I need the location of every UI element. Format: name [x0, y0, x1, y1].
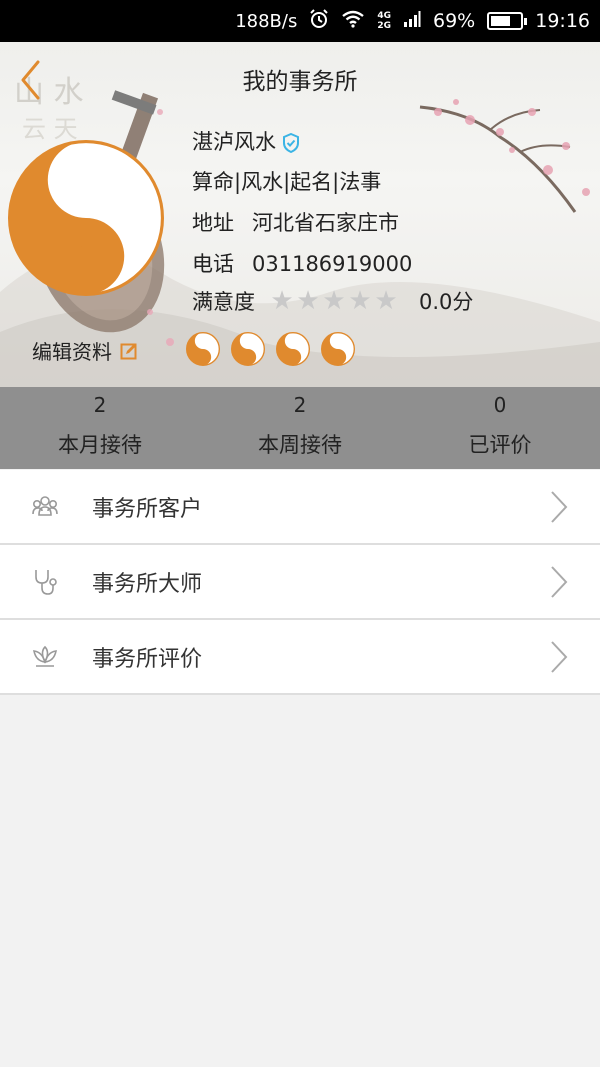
chevron-right-icon — [551, 641, 568, 673]
stat-weekly[interactable]: 2 本周接待 — [200, 387, 400, 469]
edit-icon — [120, 343, 137, 359]
status-bar: 188B/s 4G 2G 69% 19:16 — [0, 0, 600, 42]
svg-text:云 天: 云 天 — [22, 115, 78, 143]
alarm-icon — [309, 8, 329, 34]
network-type-top: 4G — [377, 11, 391, 21]
menu-list: 事务所客户 事务所大师 事务所评价 — [0, 470, 600, 695]
address-row: 地址 河北省石家庄市 — [192, 207, 399, 237]
group-icon — [32, 496, 58, 516]
yin-yang-badge-icon — [231, 332, 265, 366]
stat-label: 本周接待 — [258, 433, 342, 457]
battery-percent: 69% — [433, 10, 476, 32]
shop-name-row: 湛泸风水 — [192, 126, 300, 156]
phone-label: 电话 — [192, 252, 234, 276]
stat-value: 2 — [293, 393, 307, 417]
chevron-right-icon — [551, 566, 568, 598]
network-type: 4G 2G — [377, 11, 391, 31]
phone-value[interactable]: 031186919000 — [252, 252, 412, 276]
chevron-right-icon — [551, 491, 568, 523]
stat-monthly[interactable]: 2 本月接待 — [0, 387, 200, 469]
star-icon: ★ — [374, 286, 398, 316]
stethoscope-icon — [35, 570, 57, 595]
clock: 19:16 — [535, 10, 590, 32]
menu-item-masters[interactable]: 事务所大师 — [0, 545, 600, 620]
menu-item-reviews[interactable]: 事务所评价 — [0, 620, 600, 695]
stat-reviewed[interactable]: 0 已评价 — [400, 387, 600, 469]
profile-header: 山 水 云 天 我的事务所 湛泸风水 算命|风水|起名|法事 地址 河北省石家庄… — [0, 42, 600, 387]
achievement-badges — [186, 332, 366, 366]
network-type-bottom: 2G — [377, 21, 391, 31]
star-icon: ★ — [348, 286, 372, 316]
stats-bar: 2 本月接待 2 本周接待 0 已评价 — [0, 387, 600, 469]
lotus-icon — [32, 645, 58, 667]
yin-yang-logo — [8, 140, 164, 296]
stat-value: 2 — [93, 393, 107, 417]
yin-yang-badge-icon — [276, 332, 310, 366]
signal-icon — [403, 10, 421, 33]
stat-label: 本月接待 — [58, 433, 142, 457]
yin-yang-badge-icon — [321, 332, 355, 366]
rating-row: 满意度 ★ ★ ★ ★ ★ 0.0分 — [192, 286, 473, 316]
battery-icon — [487, 12, 528, 30]
edit-profile-label: 编辑资料 — [32, 340, 112, 364]
phone-row[interactable]: 电话 031186919000 — [192, 248, 412, 278]
stat-value: 0 — [493, 393, 507, 417]
net-speed: 188B/s — [235, 10, 298, 32]
services-text: 算命|风水|起名|法事 — [192, 170, 382, 194]
verified-shield-icon — [283, 133, 299, 153]
star-icon: ★ — [322, 286, 346, 316]
shop-name: 湛泸风水 — [192, 130, 276, 154]
stat-label: 已评价 — [468, 433, 532, 457]
menu-item-label: 事务所客户 — [92, 496, 203, 522]
star-icon: ★ — [296, 286, 320, 316]
star-icon: ★ — [270, 286, 294, 316]
edit-profile-button[interactable]: 编辑资料 — [32, 336, 138, 365]
rating-score: 0.0分 — [419, 290, 474, 314]
menu-item-clients[interactable]: 事务所客户 — [0, 470, 600, 545]
menu-item-label: 事务所大师 — [92, 571, 203, 597]
rating-stars: ★ ★ ★ ★ ★ — [269, 288, 399, 314]
address-value: 河北省石家庄市 — [252, 211, 399, 235]
menu-item-label: 事务所评价 — [92, 646, 203, 672]
rating-label: 满意度 — [192, 290, 255, 314]
page-title: 我的事务所 — [242, 69, 358, 95]
wifi-icon — [341, 10, 365, 33]
address-label: 地址 — [192, 211, 234, 235]
yin-yang-badge-icon — [186, 332, 220, 366]
